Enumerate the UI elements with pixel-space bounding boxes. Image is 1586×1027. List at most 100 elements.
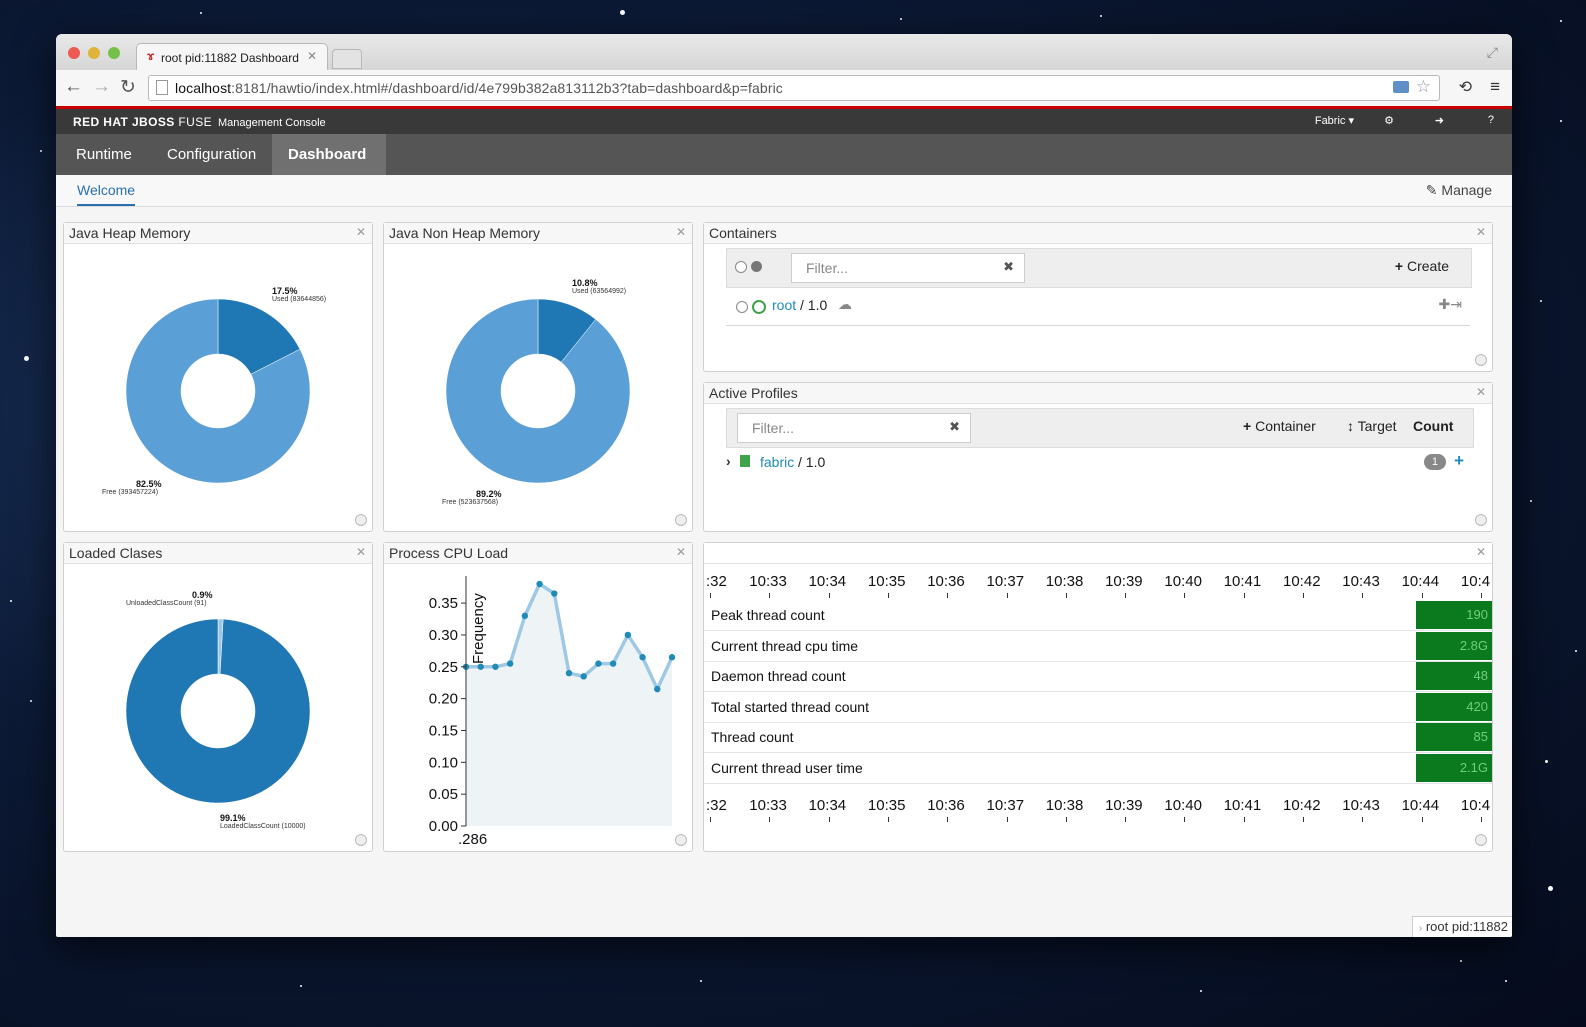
resize-handle[interactable]: [675, 514, 687, 526]
containers-filter-input[interactable]: Filter... ✖: [791, 253, 1025, 283]
clear-filter-icon[interactable]: ✖: [1003, 259, 1014, 275]
thread-metric-row: Current thread cpu time 2.8G: [704, 631, 1492, 662]
main-nav: Runtime Configuration Dashboard: [56, 134, 1512, 175]
help-icon[interactable]: ?: [1488, 114, 1494, 126]
reload-icon[interactable]: ↻: [120, 76, 136, 99]
tab-welcome[interactable]: Welcome: [77, 182, 136, 206]
time-tick-label: 10:37: [986, 797, 1025, 814]
add-container-button[interactable]: + Container: [1243, 418, 1316, 434]
resize-handle[interactable]: [1475, 354, 1487, 366]
create-container-button[interactable]: + Create: [1395, 258, 1449, 274]
resize-handle[interactable]: [1475, 834, 1487, 846]
profile-name-link[interactable]: fabric: [760, 454, 794, 470]
resize-handle[interactable]: [355, 514, 367, 526]
back-icon[interactable]: ←: [64, 76, 83, 98]
logout-icon[interactable]: ➜: [1435, 114, 1444, 127]
cpu-point: [639, 654, 646, 661]
menu-icon[interactable]: ≡: [1490, 77, 1500, 97]
close-icon[interactable]: ✕: [356, 225, 366, 239]
new-tab-button[interactable]: [332, 49, 362, 69]
active-profiles-widget: Active Profiles ✕ Filter... ✖ + Container…: [703, 382, 1493, 532]
hawtio-favicon-icon: ɤ: [147, 49, 155, 63]
extension-icon[interactable]: [1393, 81, 1409, 93]
y-axis-label: Frequency: [470, 593, 487, 664]
resize-handle[interactable]: [675, 834, 687, 846]
time-tick: [1125, 593, 1127, 598]
cpu-point: [565, 669, 573, 677]
container-actions-icon[interactable]: ✚⇥: [1439, 296, 1462, 313]
close-icon[interactable]: ✕: [1476, 385, 1486, 399]
expand-chevron-icon[interactable]: ›: [726, 453, 731, 469]
close-icon[interactable]: ✕: [1476, 225, 1486, 239]
count-button[interactable]: Count: [1413, 418, 1453, 434]
close-window-button[interactable]: [68, 47, 80, 59]
close-icon[interactable]: ✕: [676, 225, 686, 239]
target-button[interactable]: ↕ Target: [1347, 418, 1397, 434]
clear-filter-icon[interactable]: ✖: [949, 419, 960, 435]
heap-donut-chart: [125, 298, 311, 484]
profile-count-badge: 1: [1423, 454, 1446, 470]
time-tick: [947, 817, 949, 822]
close-icon[interactable]: ✕: [356, 545, 366, 559]
pie-slice-loadedclasscount: [125, 618, 311, 804]
profile-book-icon: [740, 455, 750, 467]
metric-value: 420: [1466, 698, 1488, 714]
select-all-icon[interactable]: [751, 261, 762, 272]
unloaded-label: UnloadedClassCount (91): [126, 600, 207, 607]
nav-runtime[interactable]: Runtime: [60, 134, 148, 175]
metric-name: Thread count: [711, 729, 794, 746]
add-profile-icon[interactable]: +: [1454, 451, 1464, 471]
status-bar: › root pid:11882: [1411, 916, 1512, 937]
page-icon: [156, 80, 168, 95]
time-tick-label: :32: [706, 797, 727, 814]
nonheap-donut-chart: [445, 298, 631, 484]
profiles-filter-input[interactable]: Filter... ✖: [737, 413, 971, 443]
row-select-icon[interactable]: [736, 301, 748, 313]
container-row[interactable]: root / 1.0 ☁ ✚⇥: [726, 291, 1470, 326]
fabric-menu[interactable]: Fabric ▾: [1315, 114, 1354, 127]
minimize-window-button[interactable]: [88, 47, 100, 59]
select-none-icon[interactable]: [735, 261, 747, 273]
nav-configuration[interactable]: Configuration: [151, 134, 272, 175]
profiles-toolbar: Filter... ✖ + Container ↕ Target Count: [726, 408, 1474, 448]
time-tick-label: 10:34: [808, 573, 847, 590]
time-tick-label: 10:4: [1460, 573, 1491, 590]
tab-title: root pid:11882 Dashboard: [161, 51, 299, 65]
manage-button[interactable]: ✎ Manage: [1426, 182, 1492, 199]
y-tick-label: 0.05: [429, 786, 458, 803]
metric-value: 190: [1466, 607, 1488, 622]
cpu-point: [580, 673, 587, 680]
nav-dashboard[interactable]: Dashboard: [272, 134, 386, 175]
container-name-link[interactable]: root: [772, 297, 796, 313]
time-tick-label: 10:35: [867, 573, 906, 590]
time-tick-label: 10:40: [1164, 797, 1202, 814]
time-tick-label: 10:33: [749, 573, 787, 590]
sub-nav: Welcome ✎ Manage: [56, 175, 1512, 207]
close-tab-icon[interactable]: ✕: [307, 49, 317, 63]
close-icon[interactable]: ✕: [676, 545, 686, 559]
cpu-area: [466, 584, 672, 826]
profile-row[interactable]: › fabric / 1.0 1 +: [726, 451, 1472, 477]
resize-handle[interactable]: [355, 834, 367, 846]
preferences-icon[interactable]: ⚙: [1384, 114, 1394, 127]
sync-icon[interactable]: ⟲: [1459, 77, 1472, 97]
widget-title: Java Heap Memory: [69, 225, 191, 241]
fullscreen-icon[interactable]: ⤢: [1487, 44, 1498, 61]
expand-status-icon[interactable]: ›: [1419, 923, 1422, 934]
thread-metric-row: Daemon thread count 48: [704, 661, 1492, 693]
zoom-window-button[interactable]: [108, 47, 120, 59]
time-tick: [1065, 817, 1067, 822]
time-tick: [1065, 593, 1067, 598]
x-axis-label: .286: [458, 831, 487, 848]
resize-handle[interactable]: [1475, 514, 1487, 526]
browser-tab[interactable]: ɤ root pid:11882 Dashboard ✕: [136, 43, 328, 71]
bookmark-star-icon[interactable]: ☆: [1416, 77, 1431, 97]
close-icon[interactable]: ✕: [1476, 545, 1486, 559]
address-bar[interactable]: localhost:8181/hawtio/index.html#/dashbo…: [148, 75, 1440, 101]
forward-icon[interactable]: →: [92, 76, 111, 98]
url-text: localhost:8181/hawtio/index.html#/dashbo…: [175, 80, 783, 96]
star: [1575, 650, 1577, 652]
y-tick-label: 0.20: [429, 691, 458, 708]
widget-title: Active Profiles: [709, 385, 798, 401]
metric-name: Daemon thread count: [711, 668, 846, 685]
